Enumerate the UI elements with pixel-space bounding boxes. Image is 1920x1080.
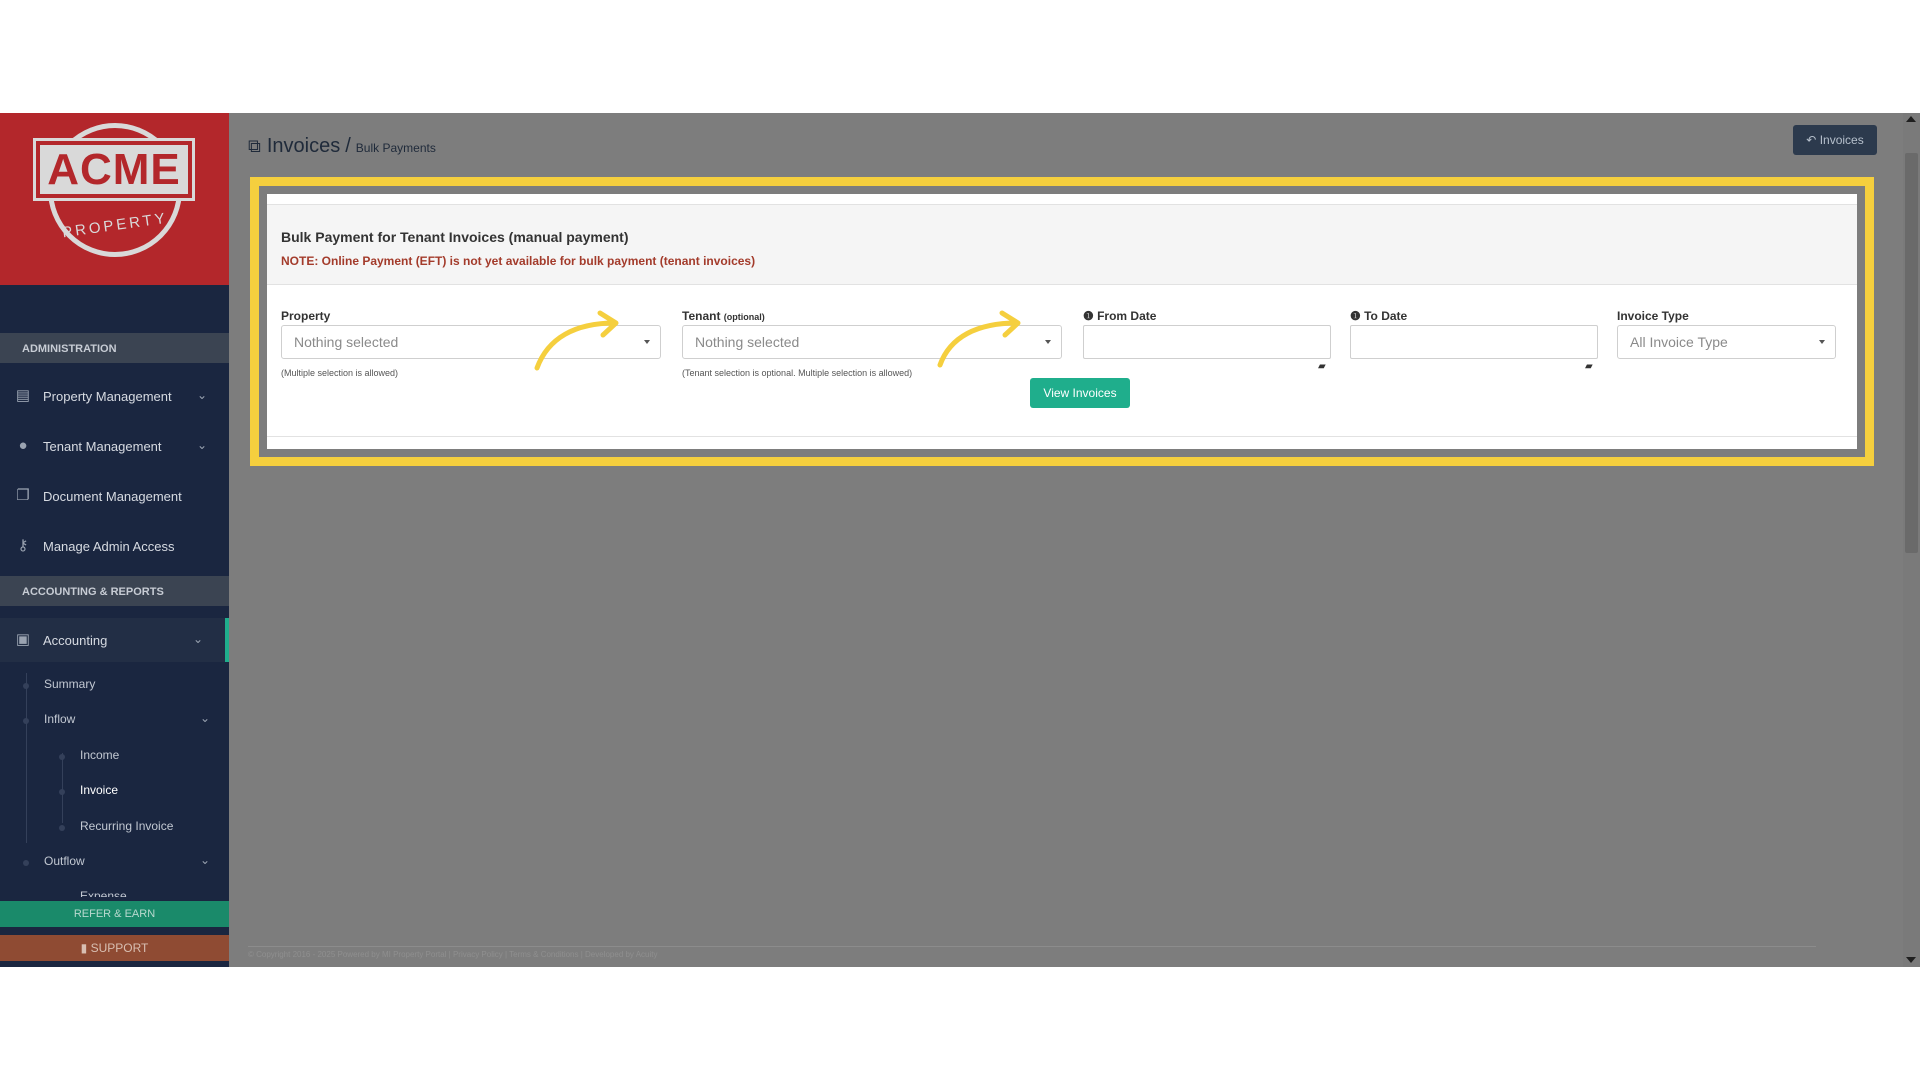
arrow-annotation-icon: [534, 310, 619, 371]
arrow-annotation-icon: [937, 310, 1021, 368]
annotation-arrows: [534, 310, 1021, 371]
scrollbar-thumb[interactable]: [1905, 153, 1918, 553]
footer-divider: [248, 946, 1816, 947]
scroll-up-icon[interactable]: [1906, 116, 1916, 122]
scroll-down-icon[interactable]: [1906, 957, 1916, 963]
footer-copyright: © Copyright 2016 - 2025 Powered by MI Pr…: [248, 950, 658, 959]
vertical-scrollbar[interactable]: [1903, 113, 1920, 967]
app-window: ACME PROPERTY ADMINISTRATION ▤ Property …: [0, 113, 1920, 967]
